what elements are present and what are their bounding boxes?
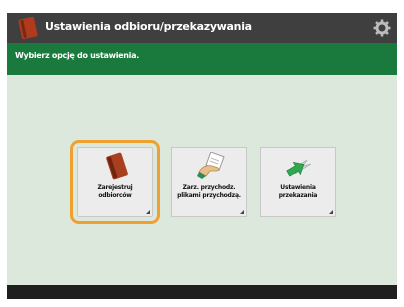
address-book-icon	[18, 16, 38, 40]
corner-indicator	[329, 210, 333, 214]
forward-icon	[286, 159, 312, 177]
content-area: Zarejestruj odbiorców Zarz. przychodz. p…	[7, 75, 397, 285]
incoming-files-button[interactable]: Zarz. przychodz. plikami przychodzą.	[171, 147, 247, 217]
register-recipients-button[interactable]: Zarejestruj odbiorców	[70, 140, 160, 224]
device-screen: Ustawienia odbioru/przekazywania Wybierz…	[7, 13, 397, 299]
forward-settings-button[interactable]: Ustawienia przekazania	[260, 147, 336, 217]
hand-document-icon	[197, 152, 225, 179]
title-bar: Ustawienia odbioru/przekazywania	[7, 13, 397, 43]
page-title: Ustawienia odbioru/przekazywania	[45, 20, 252, 33]
address-book-icon	[106, 152, 128, 180]
corner-indicator	[240, 210, 244, 214]
bottom-bar	[7, 285, 397, 299]
tile-label: Ustawienia przekazania	[278, 184, 318, 199]
tile-label: Zarejestruj odbiorców	[97, 184, 133, 199]
corner-indicator	[146, 210, 150, 214]
gear-icon[interactable]	[373, 19, 391, 37]
instruction-text: Wybierz opcję do ustawienia.	[15, 51, 139, 60]
tile-label: Zarz. przychodz. plikami przychodzą.	[177, 184, 241, 199]
instruction-bar: Wybierz opcję do ustawienia.	[7, 43, 397, 75]
